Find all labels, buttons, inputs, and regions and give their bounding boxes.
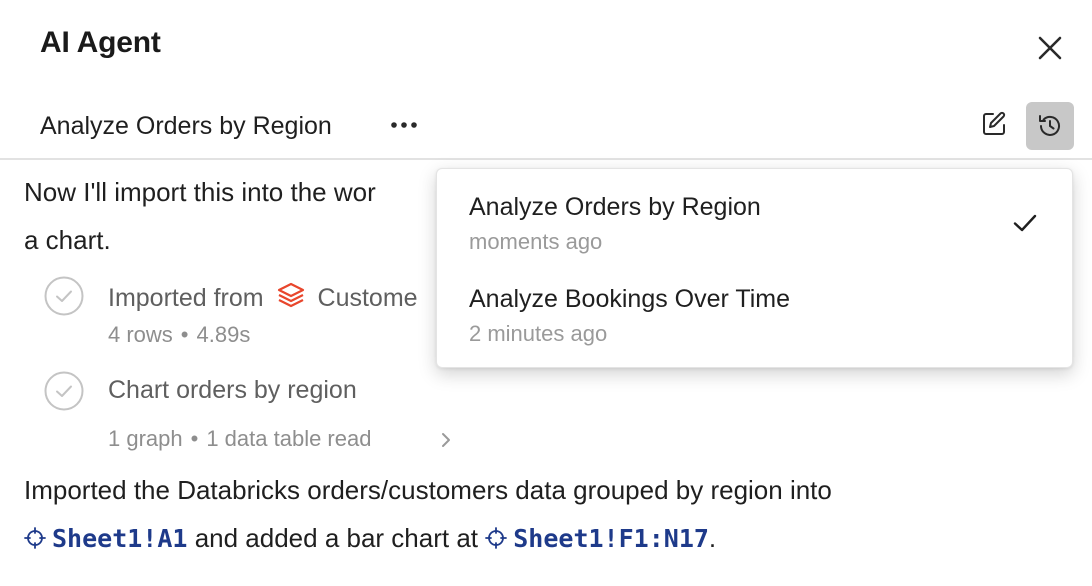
summary-end: . bbox=[708, 523, 717, 553]
history-item-title: Analyze Orders by Region bbox=[469, 193, 761, 221]
step-chart-graph: 1 graph bbox=[108, 426, 183, 451]
check-icon bbox=[1013, 214, 1037, 232]
new-conversation-button[interactable] bbox=[974, 104, 1014, 144]
history-icon bbox=[1039, 115, 1060, 136]
history-item-time: 2 minutes ago bbox=[469, 321, 608, 346]
close-button[interactable] bbox=[1032, 30, 1068, 66]
history-item[interactable]: Analyze Orders by Region moments ago bbox=[437, 185, 1074, 277]
databricks-icon bbox=[277, 282, 304, 308]
check-circle-icon bbox=[44, 276, 84, 316]
step-import-rows: 4 rows bbox=[108, 322, 173, 347]
assistant-message-summary: Imported the Databricks orders/customers… bbox=[24, 466, 1074, 563]
edit-icon bbox=[983, 111, 1006, 135]
more-horizontal-icon bbox=[391, 122, 417, 128]
history-item[interactable]: Analyze Bookings Over Time 2 minutes ago bbox=[437, 277, 1074, 369]
step-chart-meta[interactable]: 1 graph • 1 data table read bbox=[108, 426, 371, 452]
step-import-label: Imported from Custome bbox=[108, 280, 418, 313]
step-import-meta: 4 rows • 4.89s bbox=[108, 322, 251, 347]
chevron-right-icon[interactable] bbox=[438, 430, 454, 450]
ai-agent-panel: AI Agent Analyze Orders by Region Now I'… bbox=[0, 0, 1092, 586]
step-chart-table: 1 data table read bbox=[206, 426, 372, 451]
range-reference-link[interactable]: Sheet1!F1:N17 bbox=[485, 523, 709, 553]
cell-reference-a1: Sheet1!A1 bbox=[52, 524, 188, 553]
summary-line-1: Imported the Databricks orders/customers… bbox=[24, 475, 832, 505]
summary-line-2: Sheet1!A1 and added a bar chart at Sheet… bbox=[24, 514, 1074, 563]
history-item-title: Analyze Bookings Over Time bbox=[469, 285, 790, 313]
step-import-prefix: Imported from bbox=[108, 284, 264, 312]
summary-middle: and added a bar chart at bbox=[187, 523, 486, 553]
history-item-time: moments ago bbox=[469, 229, 603, 254]
range-reference-f1-n17: Sheet1!F1:N17 bbox=[513, 524, 709, 553]
history-dropdown: Analyze Orders by Region moments ago Ana… bbox=[436, 168, 1073, 368]
conversation-title: Analyze Orders by Region bbox=[40, 112, 332, 140]
check-circle-icon bbox=[44, 371, 84, 411]
header-divider bbox=[0, 158, 1092, 160]
more-options-button[interactable] bbox=[386, 110, 422, 140]
step-import-time: 4.89s bbox=[196, 322, 251, 347]
cell-reference-link[interactable]: Sheet1!A1 bbox=[24, 523, 187, 553]
conversation-header: Analyze Orders by Region bbox=[0, 100, 1092, 160]
history-button[interactable] bbox=[1026, 102, 1074, 150]
crosshair-icon bbox=[24, 527, 46, 549]
panel-title: AI Agent bbox=[40, 26, 161, 59]
crosshair-icon bbox=[485, 527, 508, 549]
step-chart-label: Chart orders by region bbox=[108, 376, 357, 404]
step-import-source: Custome bbox=[317, 284, 418, 312]
close-icon bbox=[1038, 36, 1062, 60]
